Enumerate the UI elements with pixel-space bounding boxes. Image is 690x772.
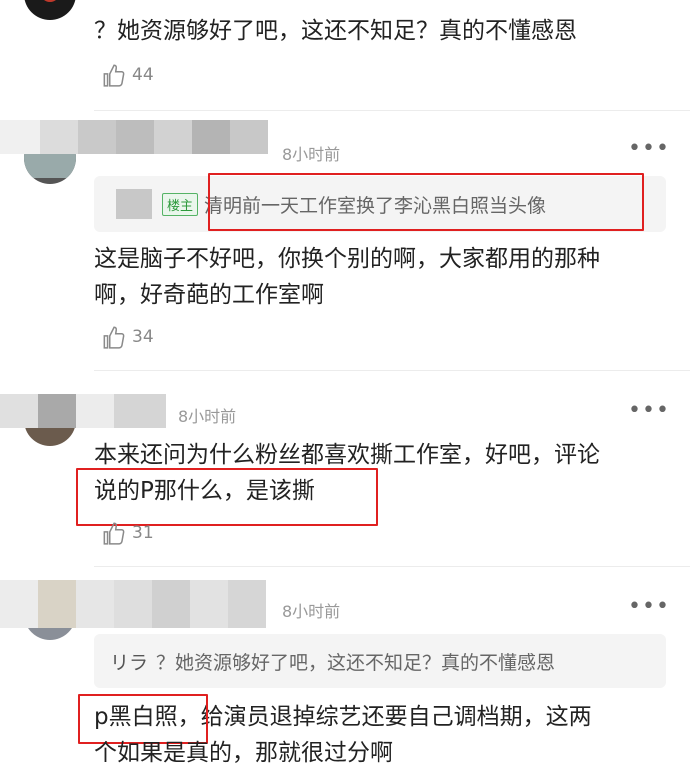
quoted-comment[interactable]: リラ ？她资源够好了吧，这还不知足？真的不懂感恩: [94, 634, 666, 688]
thumbs-up-icon: [103, 522, 125, 545]
like-button[interactable]: 31: [100, 520, 154, 546]
highlight-box: [76, 468, 378, 526]
highlight-box: [208, 173, 644, 231]
more-options-button[interactable]: •••: [628, 398, 670, 423]
like-count: 31: [132, 523, 154, 543]
username-blurred: [0, 580, 266, 628]
more-options-button[interactable]: •••: [628, 136, 670, 161]
more-options-button[interactable]: •••: [628, 594, 670, 619]
timestamp: 8小时前: [178, 407, 237, 426]
divider: [94, 110, 690, 111]
like-count: 34: [132, 327, 154, 347]
timestamp: 8小时前: [282, 145, 341, 164]
comment-text-rest: 给演员退掉综艺还要自己调档期，这两: [200, 704, 592, 730]
like-button[interactable]: 44: [100, 62, 154, 88]
thumbs-up-icon: [103, 326, 125, 349]
username-blurred: [0, 394, 166, 428]
avatar-decoration: [24, 152, 76, 178]
username-blurred: [0, 120, 268, 154]
timestamp: 8小时前: [282, 602, 341, 621]
thumbs-up-icon: [103, 64, 125, 87]
avatar[interactable]: [24, 0, 76, 20]
like-button[interactable]: 34: [100, 324, 154, 350]
quoted-username: リラ: [110, 651, 149, 674]
quoted-text: ？她资源够好了吧，这还不知足？真的不懂感恩: [156, 651, 556, 674]
op-badge: 楼主: [162, 192, 199, 216]
quoted-user-avatar: [116, 189, 152, 219]
comment-text: 个如果是真的，那就很过分啊: [94, 740, 393, 766]
comment-text: 啊，好奇葩的工作室啊: [94, 282, 324, 308]
divider: [94, 370, 690, 371]
comment-text: 这是脑子不好吧，你换个别的啊，大家都用的那种: [94, 246, 600, 272]
comment-text: ？她资源够好了吧，这还不知足？真的不懂感恩: [94, 18, 577, 44]
divider: [94, 566, 690, 567]
like-count: 44: [132, 65, 154, 85]
avatar-decoration: [40, 0, 60, 2]
